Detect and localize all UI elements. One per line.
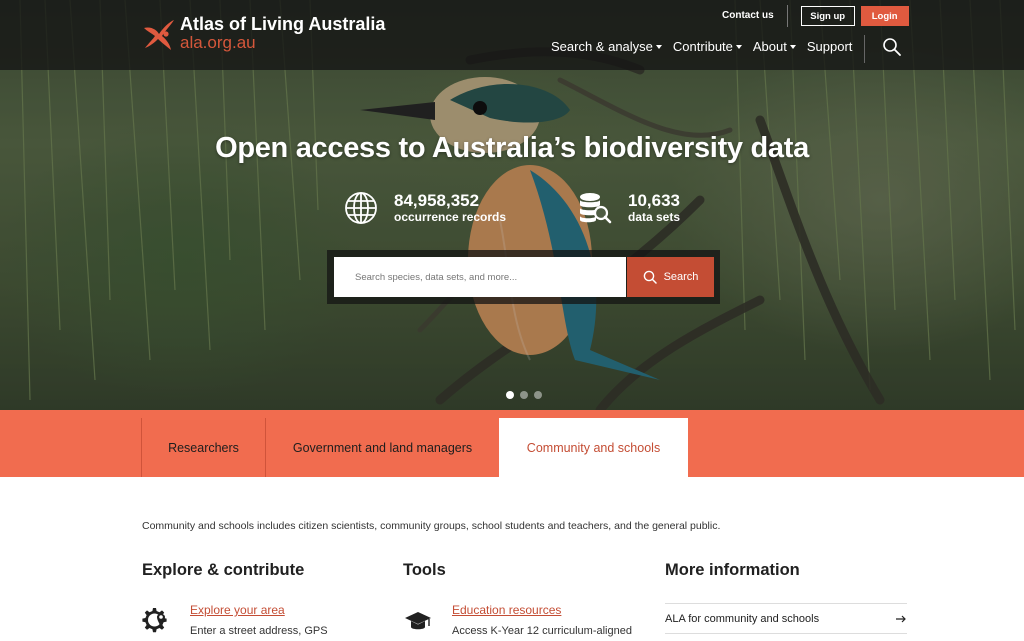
search-icon (643, 270, 657, 284)
chevron-down-icon (655, 45, 662, 49)
divider (864, 35, 865, 63)
database-search-icon (580, 193, 612, 224)
education-resources-item: Education resources Access K-Year 12 cur… (404, 603, 632, 638)
tab-researchers[interactable]: Researchers (141, 418, 265, 477)
chevron-down-icon (789, 45, 796, 49)
nav-about[interactable]: About (753, 39, 796, 55)
carousel-dot[interactable] (506, 391, 514, 399)
stat-label: occurrence records (394, 210, 507, 224)
nav-search-analyse[interactable]: Search & analyse (551, 39, 662, 55)
brand-name: Atlas of Living Australia (180, 14, 386, 34)
more-info-link-row[interactable]: ALA for community and schools (665, 604, 907, 633)
nav-label: About (752, 39, 787, 54)
nav-support[interactable]: Support (807, 39, 853, 55)
explore-heading: Explore & contribute (142, 561, 305, 579)
tools-heading: Tools (403, 561, 446, 579)
globe-icon (345, 192, 377, 224)
search-button-label: Search (663, 271, 699, 283)
site-header: Atlas of Living Australia ala.org.au Con… (0, 0, 1024, 70)
more-info-link-label: ALA for community and schools (665, 612, 820, 625)
stat-number: 10,633 (628, 191, 680, 210)
stat-label: data sets (628, 210, 681, 224)
stat-occurrence-records: 84,958,352 occurrence records (344, 191, 506, 225)
ala-logo-icon (144, 20, 174, 50)
explore-your-area-item: Explore your area Enter a street address… (142, 603, 328, 638)
education-resources-link[interactable]: Education resources (452, 603, 632, 618)
chevron-down-icon (735, 45, 742, 49)
hero-search-input[interactable] (334, 257, 626, 297)
nav-contribute[interactable]: Contribute (673, 39, 742, 55)
education-resources-desc: Access K-Year 12 curriculum-aligned (452, 625, 632, 637)
arrow-right-icon (896, 615, 906, 622)
tab-intro-text: Community and schools includes citizen s… (142, 520, 721, 532)
tab-community-schools[interactable]: Community and schools (499, 418, 688, 477)
tab-government-land-managers[interactable]: Government and land managers (265, 418, 499, 477)
hero-title: Open access to Australia’s biodiversity … (215, 132, 809, 164)
divider (665, 633, 907, 634)
carousel-dot[interactable] (520, 391, 528, 399)
nav-label: Search & analyse (551, 39, 653, 54)
hero-search-button[interactable]: Search (627, 257, 714, 297)
login-button[interactable]: Login (860, 6, 909, 26)
site-logo[interactable]: Atlas of Living Australia ala.org.au (141, 14, 385, 52)
main-nav: Search & analyse Contribute About Suppor… (551, 39, 863, 55)
nav-label: Support (806, 39, 853, 54)
more-info-heading: More information (665, 561, 800, 579)
location-gear-icon (142, 608, 167, 633)
brand-url: ala.org.au (180, 33, 256, 52)
graduation-cap-icon (405, 612, 431, 630)
stat-data-sets: 10,633 data sets (578, 191, 680, 225)
utility-nav: Contact us Sign up Login (722, 5, 909, 27)
carousel-dot[interactable] (534, 391, 542, 399)
carousel-indicators (506, 391, 548, 399)
divider (786, 5, 788, 27)
signup-button[interactable]: Sign up (800, 6, 855, 26)
stat-number: 84,958,352 (394, 191, 480, 210)
explore-your-area-link[interactable]: Explore your area (190, 603, 328, 618)
search-icon[interactable] (882, 37, 902, 57)
contact-us-link[interactable]: Contact us (722, 6, 774, 26)
nav-label: Contribute (672, 39, 733, 54)
explore-your-area-desc: Enter a street address, GPS (190, 625, 328, 637)
